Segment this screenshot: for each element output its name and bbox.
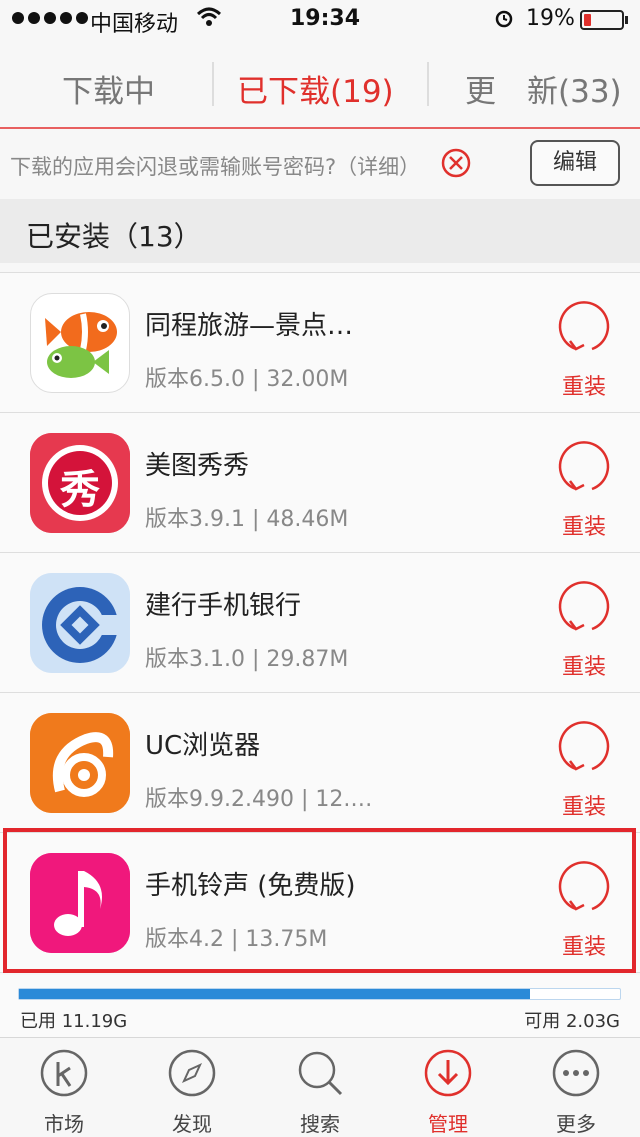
nav-discover[interactable]: 发现 xyxy=(128,1038,256,1137)
carrier-name: 中国移动 xyxy=(90,12,179,37)
squirrel-icon xyxy=(30,713,130,813)
list-item[interactable]: 建行手机银行 版本3.1.0 | 29.87M 重装 xyxy=(0,553,640,693)
notice-text[interactable]: 下载的应用会闪退或需输账号密码?（详细） xyxy=(10,151,420,181)
market-icon xyxy=(40,1049,88,1097)
notice-bar: 下载的应用会闪退或需输账号密码?（详细） 编辑 xyxy=(0,129,640,199)
app-name: UC浏览器 xyxy=(145,731,261,761)
battery-percent: 19% xyxy=(526,6,575,31)
app-meta: 版本9.9.2.490 | 12.… xyxy=(145,787,373,812)
meitu-icon: 秀 xyxy=(30,433,130,533)
signal-icon xyxy=(12,12,88,24)
fish-icon xyxy=(30,293,130,393)
reinstall-button[interactable]: 重装 xyxy=(548,287,624,400)
close-icon[interactable] xyxy=(441,148,471,178)
reinstall-button[interactable]: 重装 xyxy=(548,567,624,680)
compass-icon xyxy=(168,1049,216,1097)
reinstall-label: 重装 xyxy=(562,515,607,540)
edit-button[interactable]: 编辑 xyxy=(530,140,620,186)
storage-bar xyxy=(18,988,621,1000)
reinstall-button[interactable]: 重装 xyxy=(548,707,624,820)
reinstall-label: 重装 xyxy=(562,655,607,680)
reinstall-label: 重装 xyxy=(562,375,607,400)
reinstall-label: 重装 xyxy=(562,795,607,820)
nav-manage[interactable]: 管理 xyxy=(384,1038,512,1137)
app-meta: 版本3.1.0 | 29.87M xyxy=(145,647,349,672)
storage-used: 已用 11.19G xyxy=(20,1011,128,1032)
section-title: 已安装（13） xyxy=(26,220,202,253)
app-name: 美图秀秀 xyxy=(145,451,250,481)
highlight-box xyxy=(3,828,636,973)
reinstall-icon xyxy=(558,581,610,631)
tab-updates[interactable]: 更 新(33) xyxy=(465,66,622,111)
ccb-icon xyxy=(30,573,130,673)
more-icon xyxy=(552,1049,600,1097)
status-bar: 中国移动 19:34 19% xyxy=(0,0,640,40)
nav-more[interactable]: 更多 xyxy=(512,1038,640,1137)
bottom-nav: 市场 发现 搜索 管理 更多 xyxy=(0,1037,640,1137)
list-item[interactable]: 同程旅游—景点… 版本6.5.0 | 32.00M 重装 xyxy=(0,273,640,413)
wifi-icon xyxy=(196,7,222,26)
alarm-icon xyxy=(495,10,513,28)
battery-icon xyxy=(580,10,624,30)
nav-market[interactable]: 市场 xyxy=(0,1038,128,1137)
download-tabs: 下载中 已下载(19) 更 新(33) xyxy=(0,40,640,128)
clock: 19:34 xyxy=(290,6,361,31)
reinstall-icon xyxy=(558,441,610,491)
reinstall-icon xyxy=(558,721,610,771)
reinstall-icon xyxy=(558,301,610,351)
search-icon xyxy=(298,1051,343,1096)
app-meta: 版本3.9.1 | 48.46M xyxy=(145,507,349,532)
reinstall-button[interactable]: 重装 xyxy=(548,427,624,540)
app-name: 建行手机银行 xyxy=(145,591,302,621)
section-header: 已安装（13） xyxy=(0,199,640,263)
tab-downloaded[interactable]: 已下载(19) xyxy=(237,66,394,111)
tab-downloading[interactable]: 下载中 xyxy=(62,66,155,111)
app-name: 同程旅游—景点… xyxy=(145,311,354,341)
nav-search[interactable]: 搜索 xyxy=(256,1038,384,1137)
storage-free: 可用 2.03G xyxy=(524,1011,620,1032)
list-item[interactable]: UC浏览器 版本9.9.2.490 | 12.… 重装 xyxy=(0,693,640,833)
download-icon xyxy=(424,1049,472,1097)
storage-indicator: 已用 11.19G 可用 2.03G xyxy=(0,975,640,1037)
list-item[interactable]: 秀 美图秀秀 版本3.9.1 | 48.46M 重装 xyxy=(0,413,640,553)
app-meta: 版本6.5.0 | 32.00M xyxy=(145,367,349,392)
